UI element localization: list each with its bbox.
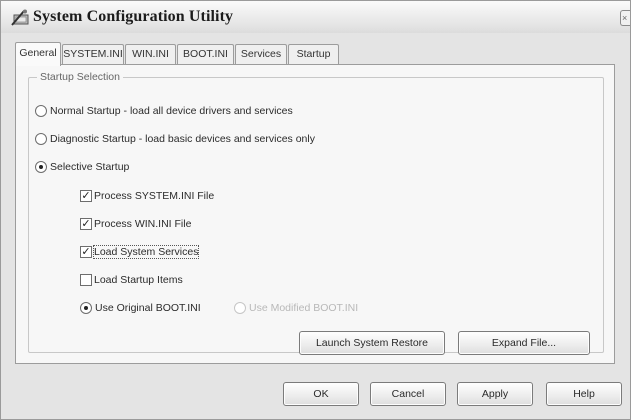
general-tab-panel: Startup Selection Normal Startup - load … [15,64,615,364]
use-modified-boot-ini-radio [234,302,246,315]
tab-general[interactable]: General [15,42,61,66]
launch-system-restore-button[interactable]: Launch System Restore [299,331,445,355]
close-icon[interactable]: × [620,10,630,26]
process-system-ini-option[interactable]: ✓ Process SYSTEM.INI File [80,190,215,203]
tab-win-ini[interactable]: WIN.INI [125,44,176,64]
startup-selection-group: Startup Selection Normal Startup - load … [28,71,604,355]
tab-services[interactable]: Services [235,44,287,64]
process-win-ini-label: Process WIN.INI File [94,218,192,231]
process-system-ini-checkbox[interactable]: ✓ [80,190,92,203]
selective-startup-option[interactable]: Selective Startup [35,161,130,174]
title-bar[interactable]: System Configuration Utility × [1,1,630,33]
diagnostic-startup-label: Diagnostic Startup - load basic devices … [50,133,315,146]
tab-system-ini[interactable]: SYSTEM.INI [62,44,124,64]
system-configuration-window: System Configuration Utility × General S… [0,0,631,420]
msconfig-app-icon [11,9,29,26]
use-modified-boot-ini-label: Use Modified BOOT.INI [249,302,359,315]
startup-selection-label: Startup Selection [37,71,123,83]
use-original-boot-ini-radio[interactable] [80,302,92,315]
load-system-services-label: Load System Services [92,245,200,260]
diagnostic-startup-option[interactable]: Diagnostic Startup - load basic devices … [35,133,315,146]
use-original-boot-ini-label: Use Original BOOT.INI [95,302,201,315]
selective-startup-label: Selective Startup [50,161,130,174]
process-win-ini-option[interactable]: ✓ Process WIN.INI File [80,218,192,231]
process-win-ini-checkbox[interactable]: ✓ [80,218,92,231]
cancel-button[interactable]: Cancel [370,382,446,406]
normal-startup-option[interactable]: Normal Startup - load all device drivers… [35,105,293,118]
diagnostic-startup-radio[interactable] [35,133,47,146]
load-startup-items-label: Load Startup Items [94,274,183,287]
expand-file-button[interactable]: Expand File... [458,331,590,355]
ok-button[interactable]: OK [283,382,359,406]
selective-startup-radio[interactable] [35,161,47,174]
load-system-services-checkbox[interactable]: ✓ [80,246,92,259]
load-system-services-option[interactable]: ✓ Load System Services [80,245,200,260]
use-original-boot-ini-option[interactable]: Use Original BOOT.INI [80,302,201,315]
window-title: System Configuration Utility [33,8,234,25]
load-startup-items-option[interactable]: Load Startup Items [80,274,183,287]
process-system-ini-label: Process SYSTEM.INI File [94,190,215,203]
normal-startup-label: Normal Startup - load all device drivers… [50,105,293,118]
use-modified-boot-ini-option: Use Modified BOOT.INI [234,302,359,315]
tab-boot-ini[interactable]: BOOT.INI [177,44,234,64]
normal-startup-radio[interactable] [35,105,47,118]
load-startup-items-checkbox[interactable] [80,274,92,287]
apply-button[interactable]: Apply [457,382,533,406]
tab-startup[interactable]: Startup [288,44,339,64]
help-button[interactable]: Help [546,382,622,406]
